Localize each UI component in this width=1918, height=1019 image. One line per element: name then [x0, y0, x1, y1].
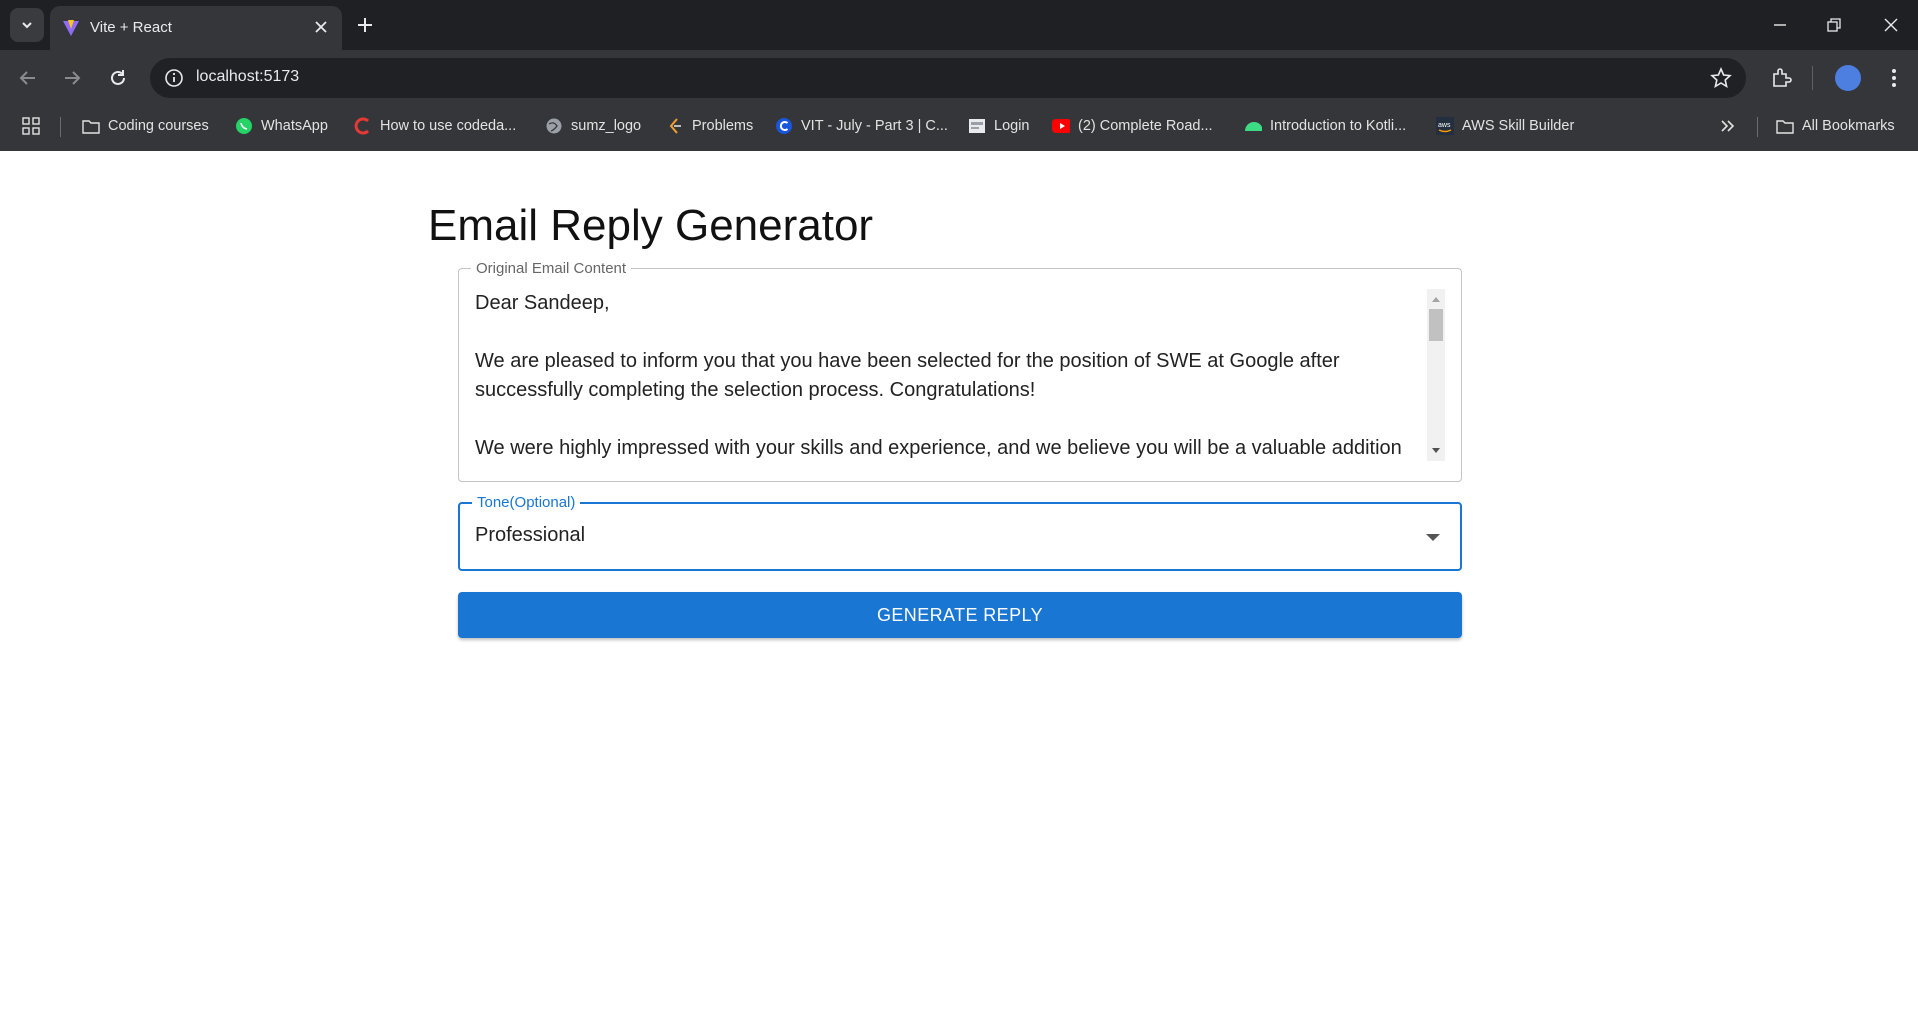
generate-reply-button[interactable]: GENERATE REPLY	[458, 592, 1462, 638]
tone-selected-value[interactable]: Professional	[475, 524, 585, 547]
login-icon	[968, 117, 986, 135]
page-content: Email Reply Generator Original Email Con…	[0, 151, 1918, 1019]
android-icon	[1244, 117, 1262, 135]
back-arrow-icon	[19, 71, 35, 85]
bookmark-login[interactable]: Login	[968, 106, 1029, 146]
extensions-button[interactable]	[1767, 64, 1795, 92]
bookmark-label: AWS Skill Builder	[1462, 118, 1575, 134]
bookmark-label: Login	[994, 118, 1030, 134]
page-title: Email Reply Generator	[428, 201, 874, 250]
bookmark-problems[interactable]: Problems	[666, 106, 753, 146]
bookmark-star-icon[interactable]	[1710, 67, 1732, 89]
chevron-down-icon	[22, 22, 32, 29]
scrollbar-thumb[interactable]	[1429, 309, 1443, 341]
folder-icon	[1776, 117, 1794, 135]
scroll-up-arrow-icon[interactable]	[1432, 297, 1440, 302]
close-icon	[1884, 18, 1898, 32]
reload-button[interactable]	[104, 64, 132, 92]
chrome-menu-button[interactable]	[1880, 64, 1908, 92]
bookmark-label: How to use codeda...	[380, 118, 517, 134]
minimize-button[interactable]	[1767, 12, 1793, 38]
apps-button[interactable]	[22, 106, 40, 146]
email-paragraph: We were highly impressed with your skill…	[475, 437, 1402, 459]
all-bookmarks-button[interactable]: All Bookmarks	[1776, 106, 1895, 146]
apps-grid-icon	[22, 117, 40, 135]
bookmarks-divider	[60, 117, 61, 137]
textarea-scrollbar[interactable]	[1427, 289, 1445, 461]
address-bar[interactable]: localhost:5173	[150, 58, 1746, 98]
bookmark-aws[interactable]: aws AWS Skill Builder	[1436, 106, 1574, 146]
email-paragraph: We are pleased to inform you that you ha…	[475, 350, 1340, 401]
aws-icon: aws	[1436, 117, 1454, 135]
bookmark-kotlin[interactable]: Introduction to Kotli...	[1244, 106, 1406, 146]
email-content-label: Original Email Content	[471, 260, 632, 277]
restore-button[interactable]	[1821, 12, 1847, 38]
bookmark-vit-july[interactable]: VIT - July - Part 3 | C...	[775, 106, 948, 146]
email-content-field[interactable]: Original Email Content Dear Sandeep, We …	[458, 260, 1462, 482]
forward-arrow-icon	[65, 71, 81, 85]
bookmark-label: sumz_logo	[571, 118, 642, 134]
svg-text:aws: aws	[1438, 122, 1451, 129]
puzzle-icon	[1773, 68, 1792, 87]
vite-icon	[63, 20, 79, 36]
forward-button[interactable]	[58, 64, 86, 92]
youtube-icon	[1052, 117, 1070, 135]
browser-toolbar: localhost:5173	[0, 50, 1918, 106]
all-bookmarks-label: All Bookmarks	[1802, 118, 1895, 134]
bookmark-codedamn[interactable]: How to use codeda...	[354, 106, 516, 146]
double-chevron-right-icon	[1721, 120, 1735, 132]
bookmark-coding-courses[interactable]: Coding courses	[82, 106, 209, 146]
tone-select[interactable]: Tone(Optional) Professional	[458, 494, 1462, 571]
browser-tab[interactable]: Vite + React	[50, 6, 342, 50]
bookmark-label: (2) Complete Road...	[1078, 118, 1213, 134]
bookmark-label: Problems	[692, 118, 754, 134]
more-vertical-icon	[1892, 69, 1896, 87]
tab-search-button[interactable]	[10, 8, 44, 42]
bookmark-whatsapp[interactable]: WhatsApp	[235, 106, 328, 146]
c-icon	[775, 117, 793, 135]
bookmark-complete-road[interactable]: (2) Complete Road...	[1052, 106, 1213, 146]
bookmarks-divider	[1757, 117, 1758, 137]
profile-avatar[interactable]	[1835, 65, 1861, 91]
reload-icon	[111, 70, 125, 85]
bookmark-sumz-logo[interactable]: sumz_logo	[545, 106, 641, 146]
bookmark-label: Introduction to Kotli...	[1270, 118, 1407, 134]
back-button[interactable]	[14, 64, 42, 92]
minimize-icon	[1774, 24, 1786, 26]
url-text[interactable]: localhost:5173	[196, 68, 299, 86]
folder-icon	[82, 117, 100, 135]
globe-icon	[545, 117, 563, 135]
bookmark-label: VIT - July - Part 3 | C...	[801, 118, 948, 134]
restore-icon	[1827, 18, 1841, 32]
close-window-button[interactable]	[1878, 12, 1904, 38]
close-icon[interactable]	[312, 18, 330, 36]
problems-icon	[666, 117, 684, 135]
site-info-icon[interactable]	[164, 68, 184, 88]
tab-title: Vite + React	[90, 19, 172, 36]
email-paragraph: Dear Sandeep,	[475, 292, 610, 314]
bookmarks-bar: Coding courses WhatsApp How to use coded…	[0, 106, 1918, 151]
bookmark-label: Coding courses	[108, 118, 209, 134]
codedamn-icon	[354, 117, 372, 135]
tone-label: Tone(Optional)	[472, 494, 581, 511]
toolbar-divider	[1812, 66, 1813, 90]
tab-strip: Vite + React	[0, 0, 1918, 50]
new-tab-icon[interactable]	[354, 14, 376, 36]
dropdown-arrow-icon[interactable]	[1426, 534, 1440, 541]
email-content-textarea[interactable]: Dear Sandeep, We are pleased to inform y…	[475, 289, 1425, 469]
more-bookmarks-button[interactable]	[1720, 106, 1736, 146]
scroll-down-arrow-icon[interactable]	[1432, 448, 1440, 453]
bookmark-label: WhatsApp	[261, 118, 328, 134]
whatsapp-icon	[235, 117, 253, 135]
